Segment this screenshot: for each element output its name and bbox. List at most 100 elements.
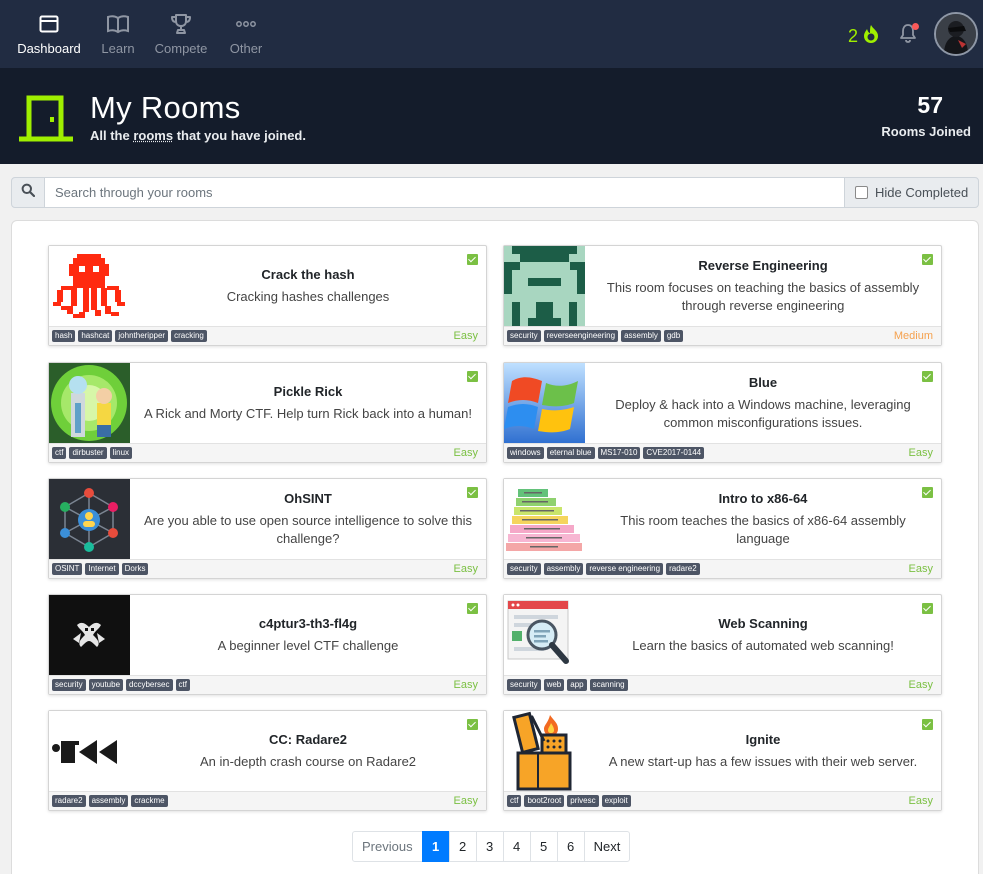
flame-icon bbox=[862, 24, 880, 49]
room-tag[interactable]: Dorks bbox=[122, 563, 149, 575]
hide-completed-checkbox[interactable] bbox=[855, 186, 868, 199]
room-tag[interactable]: reverse engineering bbox=[586, 563, 663, 575]
search-input[interactable] bbox=[44, 177, 845, 208]
room-difficulty: Easy bbox=[454, 330, 478, 342]
room-card-pickle-rick[interactable]: Pickle Rick A Rick and Morty CTF. Help t… bbox=[48, 362, 487, 463]
room-tag[interactable]: exploit bbox=[602, 795, 631, 807]
pagination-previous[interactable]: Previous bbox=[352, 831, 423, 862]
page-3[interactable]: 3 bbox=[476, 831, 504, 862]
room-difficulty: Easy bbox=[454, 447, 478, 459]
bell-icon bbox=[898, 31, 918, 48]
room-tag[interactable]: gdb bbox=[664, 330, 683, 342]
mask-icon bbox=[49, 595, 130, 676]
room-tag[interactable]: security bbox=[507, 330, 541, 342]
room-card-ignite[interactable]: Ignite A new start-up has a few issues w… bbox=[503, 710, 942, 811]
nav-compete[interactable]: Compete bbox=[154, 12, 208, 56]
room-tag[interactable]: johntheripper bbox=[115, 330, 168, 342]
room-description: This room teaches the basics of x86-64 a… bbox=[597, 512, 929, 548]
room-tag[interactable]: scanning bbox=[590, 679, 628, 691]
room-card-web-scanning[interactable]: Web Scanning Learn the basics of automat… bbox=[503, 594, 942, 695]
room-tag[interactable]: ctf bbox=[507, 795, 521, 807]
room-title: Blue bbox=[749, 375, 777, 390]
room-tag[interactable]: security bbox=[507, 679, 541, 691]
room-info: Pickle Rick A Rick and Morty CTF. Help t… bbox=[130, 363, 486, 444]
completed-check-icon bbox=[922, 487, 933, 498]
room-tags: hash hashcat johntheripper cracking Easy bbox=[49, 326, 486, 345]
room-card-reverse-engineering[interactable]: Reverse Engineering This room focuses on… bbox=[503, 245, 942, 346]
door-icon bbox=[17, 95, 75, 148]
nav-learn-label: Learn bbox=[100, 41, 136, 56]
nav-learn[interactable]: Learn bbox=[100, 12, 136, 56]
page-4[interactable]: 4 bbox=[503, 831, 531, 862]
network-graph-icon bbox=[49, 479, 130, 560]
nav-dashboard[interactable]: Dashboard bbox=[17, 12, 81, 56]
room-tag[interactable]: reverseengineering bbox=[544, 330, 619, 342]
room-tag[interactable]: linux bbox=[110, 447, 132, 459]
room-tags: windows eternal blue MS17-010 CVE2017-01… bbox=[504, 443, 941, 462]
room-description: Cracking hashes challenges bbox=[227, 288, 390, 306]
room-tag[interactable]: Internet bbox=[85, 563, 118, 575]
room-tag[interactable]: radare2 bbox=[666, 563, 700, 575]
room-difficulty: Easy bbox=[909, 795, 933, 807]
room-tags: ctf dirbuster linux Easy bbox=[49, 443, 486, 462]
room-tag[interactable]: CVE2017-0144 bbox=[643, 447, 704, 459]
room-tag[interactable]: assembly bbox=[544, 563, 584, 575]
page-header: My Rooms All the rooms that you have joi… bbox=[0, 68, 983, 164]
page-2[interactable]: 2 bbox=[449, 831, 477, 862]
room-tag[interactable]: cracking bbox=[171, 330, 207, 342]
room-tag[interactable]: security bbox=[507, 563, 541, 575]
room-tag[interactable]: ctf bbox=[176, 679, 190, 691]
room-tag[interactable]: youtube bbox=[89, 679, 123, 691]
pagination-next[interactable]: Next bbox=[584, 831, 631, 862]
lighter-icon bbox=[504, 711, 585, 792]
room-tag[interactable]: assembly bbox=[89, 795, 129, 807]
room-tag[interactable]: windows bbox=[507, 447, 544, 459]
completed-check-icon bbox=[922, 719, 933, 730]
room-tag[interactable]: crackme bbox=[131, 795, 167, 807]
room-tag[interactable]: dirbuster bbox=[69, 447, 106, 459]
room-tag[interactable]: hash bbox=[52, 330, 75, 342]
room-card-ohsint[interactable]: OhSINT Are you able to use open source i… bbox=[48, 478, 487, 579]
room-tag[interactable]: eternal blue bbox=[547, 447, 595, 459]
nav-other[interactable]: Other bbox=[227, 12, 265, 56]
rooms-link[interactable]: rooms bbox=[133, 128, 173, 143]
user-avatar[interactable] bbox=[934, 12, 978, 56]
room-tag[interactable]: boot2root bbox=[524, 795, 564, 807]
room-info: OhSINT Are you able to use open source i… bbox=[130, 479, 486, 560]
notifications-button[interactable] bbox=[898, 22, 918, 49]
room-tag[interactable]: app bbox=[567, 679, 586, 691]
hide-completed-label: Hide Completed bbox=[875, 185, 968, 200]
page-6[interactable]: 6 bbox=[557, 831, 585, 862]
room-card-blue[interactable]: Blue Deploy & hack into a Windows machin… bbox=[503, 362, 942, 463]
room-title: Ignite bbox=[746, 732, 781, 747]
room-tag[interactable]: dccybersec bbox=[126, 679, 172, 691]
room-description: A new start-up has a few issues with the… bbox=[609, 753, 918, 771]
room-tags: ctf boot2root privesc exploit Easy bbox=[504, 791, 941, 810]
room-title: Web Scanning bbox=[718, 616, 807, 631]
room-tag[interactable]: assembly bbox=[621, 330, 661, 342]
room-difficulty: Easy bbox=[909, 679, 933, 691]
room-tags: security web app scanning Easy bbox=[504, 675, 941, 694]
room-card-c4ptur3-th3-fl4g[interactable]: c4ptur3-th3-fl4g A beginner level CTF ch… bbox=[48, 594, 487, 695]
completed-check-icon bbox=[922, 603, 933, 614]
completed-check-icon bbox=[467, 254, 478, 265]
room-info: Crack the hash Cracking hashes challenge… bbox=[130, 246, 486, 327]
room-tag[interactable]: MS17-010 bbox=[598, 447, 641, 459]
streak-counter[interactable]: 2 bbox=[848, 24, 880, 49]
room-tag[interactable]: OSINT bbox=[52, 563, 82, 575]
room-card-intro-to-x86-64[interactable]: Intro to x86-64 This room teaches the ba… bbox=[503, 478, 942, 579]
room-tag[interactable]: ctf bbox=[52, 447, 66, 459]
room-tag[interactable]: hashcat bbox=[78, 330, 112, 342]
room-tag[interactable]: privesc bbox=[567, 795, 598, 807]
room-info: Ignite A new start-up has a few issues w… bbox=[585, 711, 941, 792]
room-card-crack-the-hash[interactable]: Crack the hash Cracking hashes challenge… bbox=[48, 245, 487, 346]
search-button[interactable] bbox=[11, 177, 45, 208]
hide-completed-toggle[interactable]: Hide Completed bbox=[844, 177, 979, 208]
room-difficulty: Easy bbox=[909, 447, 933, 459]
room-tag[interactable]: security bbox=[52, 679, 86, 691]
page-1[interactable]: 1 bbox=[422, 831, 450, 862]
page-5[interactable]: 5 bbox=[530, 831, 558, 862]
room-tag[interactable]: web bbox=[544, 679, 565, 691]
room-tag[interactable]: radare2 bbox=[52, 795, 86, 807]
room-card-cc-radare2[interactable]: CC: Radare2 An in-depth crash course on … bbox=[48, 710, 487, 811]
